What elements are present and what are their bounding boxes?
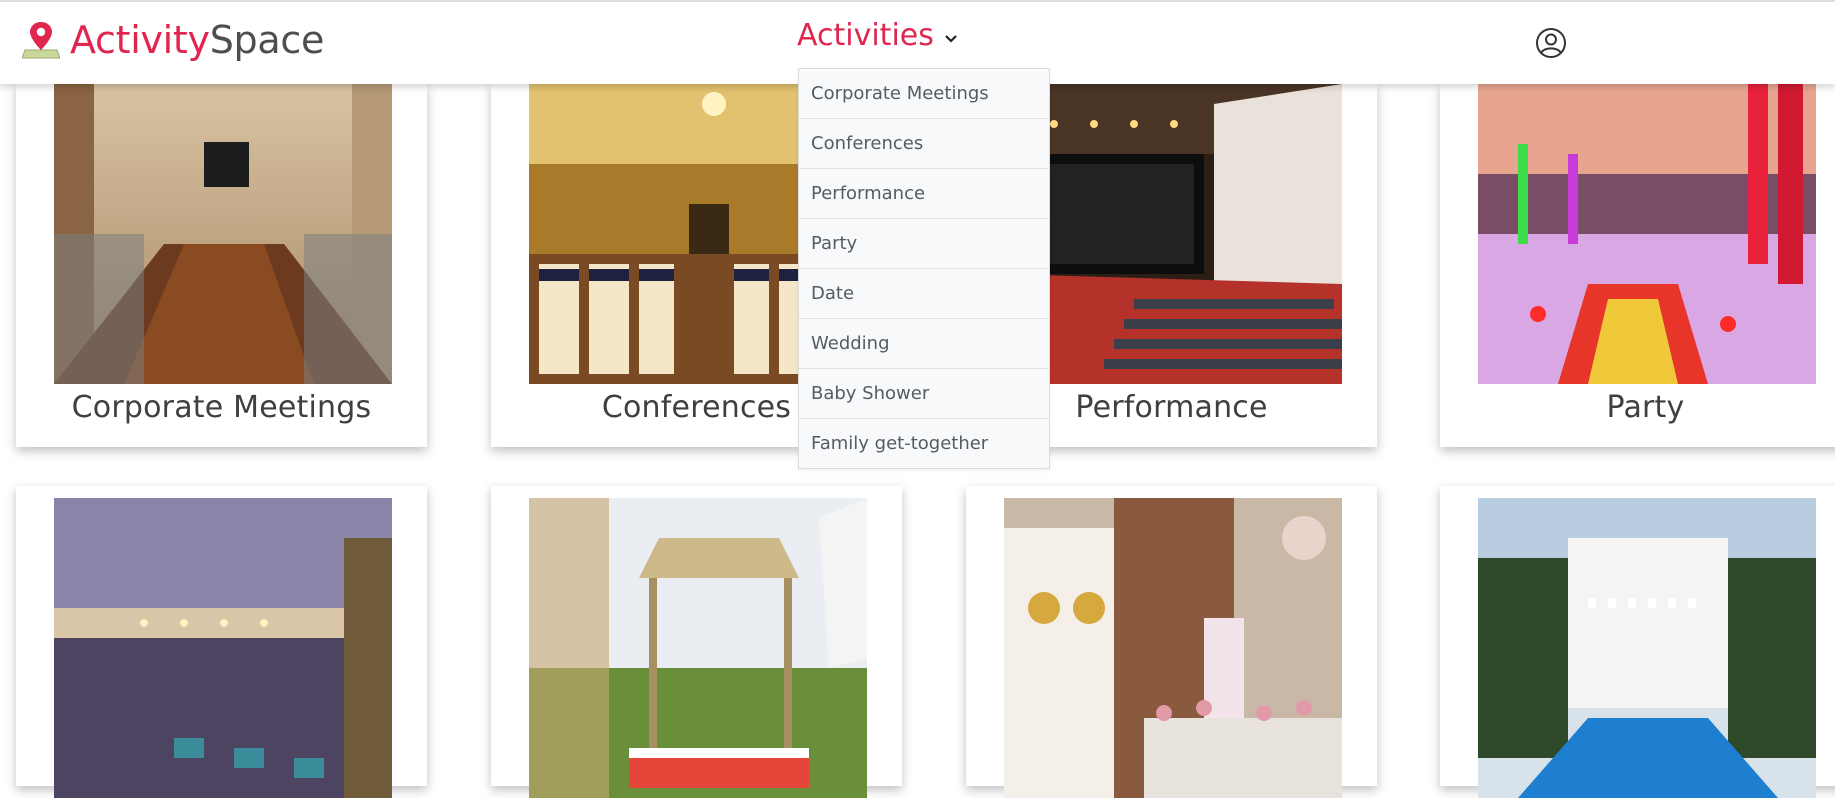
card-caption: Corporate Meetings bbox=[71, 390, 372, 425]
dropdown-item-performance[interactable]: Performance bbox=[799, 169, 1049, 219]
activity-card-family-get-together[interactable] bbox=[1440, 486, 1835, 798]
user-circle-icon[interactable] bbox=[1535, 27, 1567, 59]
poolside-hotel-image bbox=[1478, 498, 1816, 798]
dropdown-item-party[interactable]: Party bbox=[799, 219, 1049, 269]
activity-card-baby-shower[interactable] bbox=[966, 486, 1377, 798]
brand-name: ActivitySpace bbox=[70, 18, 324, 62]
chevron-down-icon bbox=[945, 34, 957, 43]
activity-card-wedding[interactable] bbox=[491, 486, 902, 798]
card-caption: Party bbox=[1606, 390, 1685, 425]
party-venue-image bbox=[1478, 84, 1816, 384]
auditorium-image bbox=[1004, 84, 1342, 384]
rooftop-dining-image bbox=[54, 498, 392, 798]
brand-name-part1: Activity bbox=[70, 18, 210, 62]
activity-card-corporate-meetings[interactable]: Corporate Meetings bbox=[16, 84, 427, 447]
dropdown-item-wedding[interactable]: Wedding bbox=[799, 319, 1049, 369]
wedding-mandap-image bbox=[529, 498, 867, 798]
activities-dropdown-menu: Corporate Meetings Conferences Performan… bbox=[798, 68, 1050, 469]
meeting-room-image bbox=[54, 84, 392, 384]
map-pin-icon bbox=[22, 22, 60, 59]
activities-nav-toggle[interactable]: Activities bbox=[797, 18, 958, 53]
activities-nav-label: Activities bbox=[797, 18, 934, 53]
dropdown-item-family-get-together[interactable]: Family get-together bbox=[799, 419, 1049, 468]
brand-logo[interactable]: ActivitySpace bbox=[22, 14, 324, 66]
dropdown-item-baby-shower[interactable]: Baby Shower bbox=[799, 369, 1049, 419]
activity-card-date[interactable] bbox=[16, 486, 427, 798]
activity-card-party[interactable]: Party bbox=[1440, 84, 1835, 447]
dropdown-item-corporate-meetings[interactable]: Corporate Meetings bbox=[799, 69, 1049, 119]
brand-name-part2: Space bbox=[209, 18, 325, 62]
dropdown-item-conferences[interactable]: Conferences bbox=[799, 119, 1049, 169]
baby-shower-decor-image bbox=[1004, 498, 1342, 798]
dropdown-item-date[interactable]: Date bbox=[799, 269, 1049, 319]
